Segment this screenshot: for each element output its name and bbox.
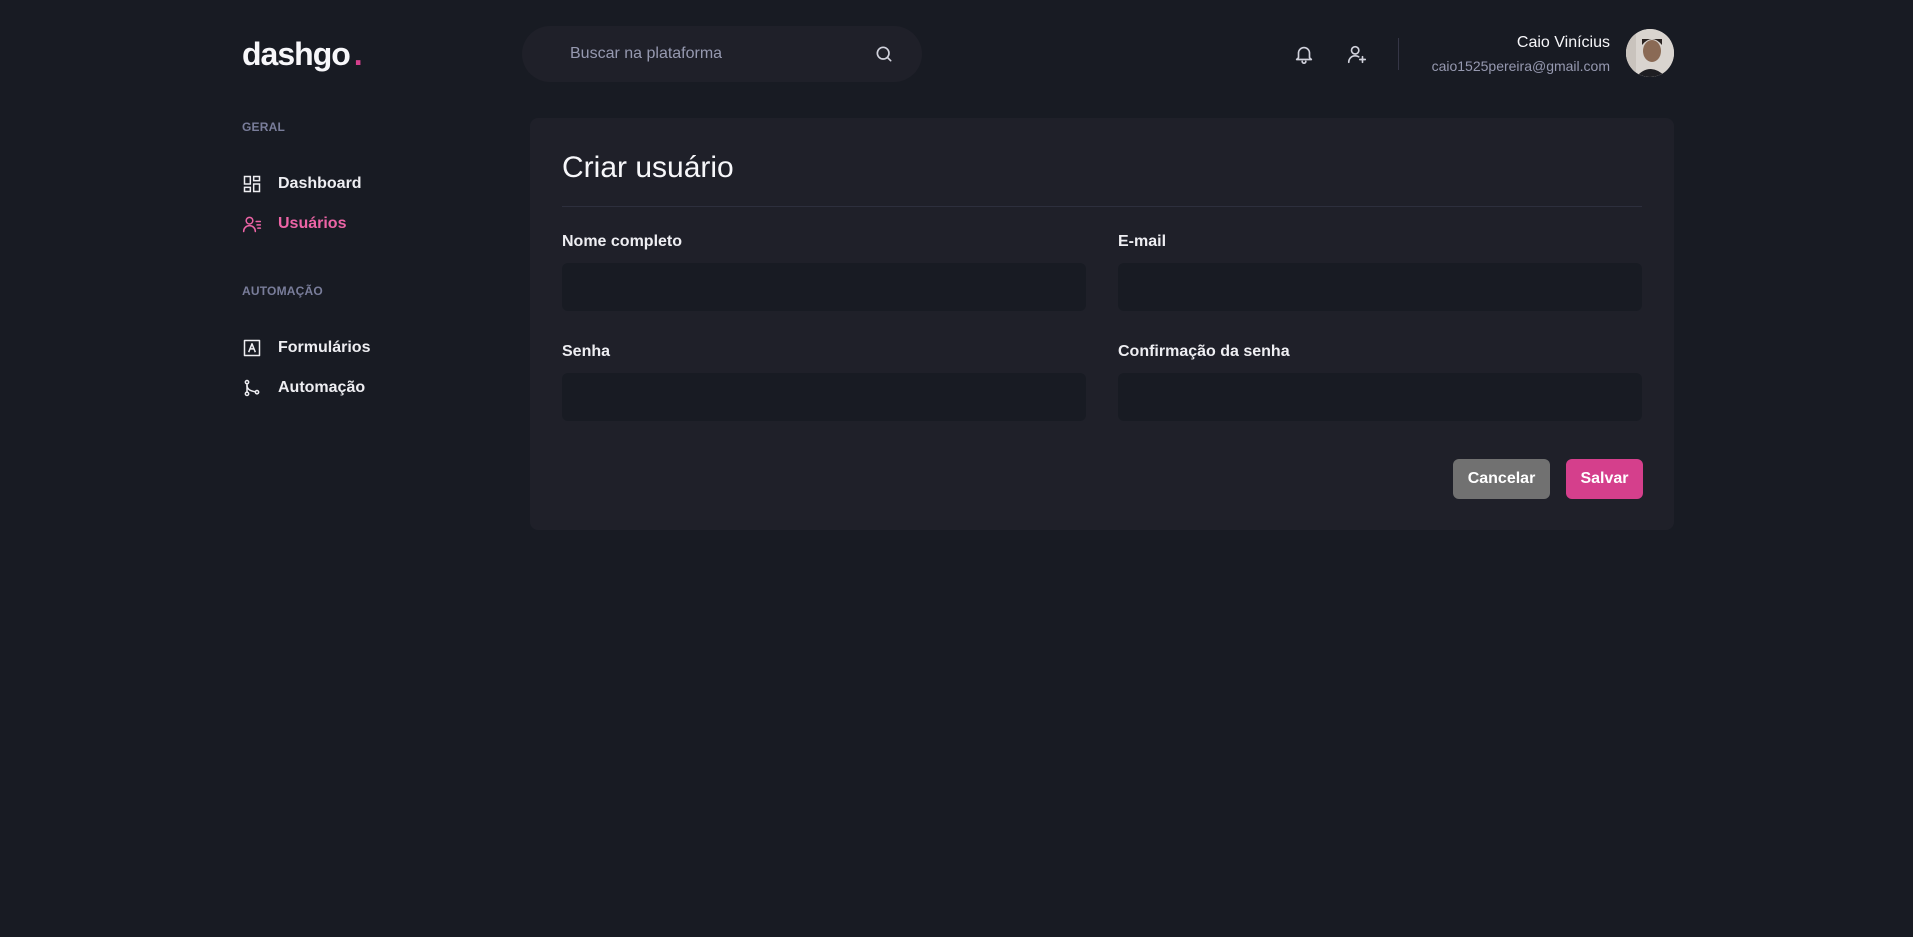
page-title: Criar usuário — [562, 151, 734, 184]
user-add-icon[interactable] — [1346, 43, 1368, 65]
brand-dot: . — [353, 36, 363, 72]
dashboard-icon — [243, 175, 261, 193]
sidebar-section-title: GERAL — [242, 120, 285, 134]
form-actions: Cancelar Salvar — [1453, 459, 1643, 499]
sidebar-item-automacao[interactable]: Automação — [242, 376, 502, 400]
sidebar-section-title: AUTOMAÇÃO — [242, 284, 323, 298]
sidebar-item-label: Automação — [278, 379, 366, 396]
search-icon[interactable] — [874, 44, 894, 64]
sidebar-item-label: Usuários — [278, 215, 347, 232]
password-confirmation-input[interactable] — [1118, 373, 1642, 421]
sidebar-section-geral: GERAL Dashboard Usuários — [242, 120, 502, 236]
sidebar: GERAL Dashboard Usuários AUTOMAÇÃO Formu… — [242, 120, 502, 448]
users-icon — [242, 216, 262, 233]
avatar-image — [1626, 29, 1674, 77]
name-label: Nome completo — [562, 233, 683, 250]
brand-logo[interactable]: dashgo. — [242, 36, 363, 73]
sidebar-item-usuarios[interactable]: Usuários — [242, 212, 502, 236]
field-password-confirmation: Confirmação da senha — [1118, 343, 1642, 421]
bell-icon[interactable] — [1293, 43, 1315, 65]
brand-name: dashgo — [242, 36, 351, 72]
top-header: dashgo. Caio Vinícius caio1525pereira@gm… — [0, 0, 1913, 106]
git-merge-icon — [244, 379, 260, 397]
field-email: E-mail — [1118, 233, 1642, 311]
header-divider — [1398, 38, 1399, 70]
password-label: Senha — [562, 343, 611, 360]
email-label: E-mail — [1118, 233, 1167, 250]
avatar[interactable] — [1626, 29, 1674, 77]
title-divider — [562, 206, 1642, 207]
sidebar-section-automacao: AUTOMAÇÃO Formulários Automação — [242, 284, 502, 400]
profile-email: caio1525pereira@gmail.com — [1431, 58, 1610, 74]
create-user-form: Criar usuário Nome completo E-mail Senha… — [530, 118, 1674, 530]
sidebar-item-label: Dashboard — [278, 175, 362, 192]
password-input[interactable] — [562, 373, 1086, 421]
sidebar-item-dashboard[interactable]: Dashboard — [242, 172, 502, 196]
profile-name: Caio Vinícius — [1516, 34, 1610, 51]
form-icon — [243, 339, 261, 357]
email-input[interactable] — [1118, 263, 1642, 311]
field-password: Senha — [562, 343, 1086, 421]
password-confirmation-label: Confirmação da senha — [1118, 343, 1290, 360]
sidebar-item-formularios[interactable]: Formulários — [242, 336, 502, 360]
sidebar-item-label: Formulários — [278, 339, 371, 356]
field-name: Nome completo — [562, 233, 1086, 311]
name-input[interactable] — [562, 263, 1086, 311]
save-button[interactable]: Salvar — [1566, 459, 1643, 499]
search-bar — [522, 26, 922, 82]
search-input[interactable] — [570, 45, 874, 63]
form-fields: Nome completo E-mail Senha Confirmação d… — [562, 233, 1642, 421]
cancel-button[interactable]: Cancelar — [1453, 459, 1550, 499]
